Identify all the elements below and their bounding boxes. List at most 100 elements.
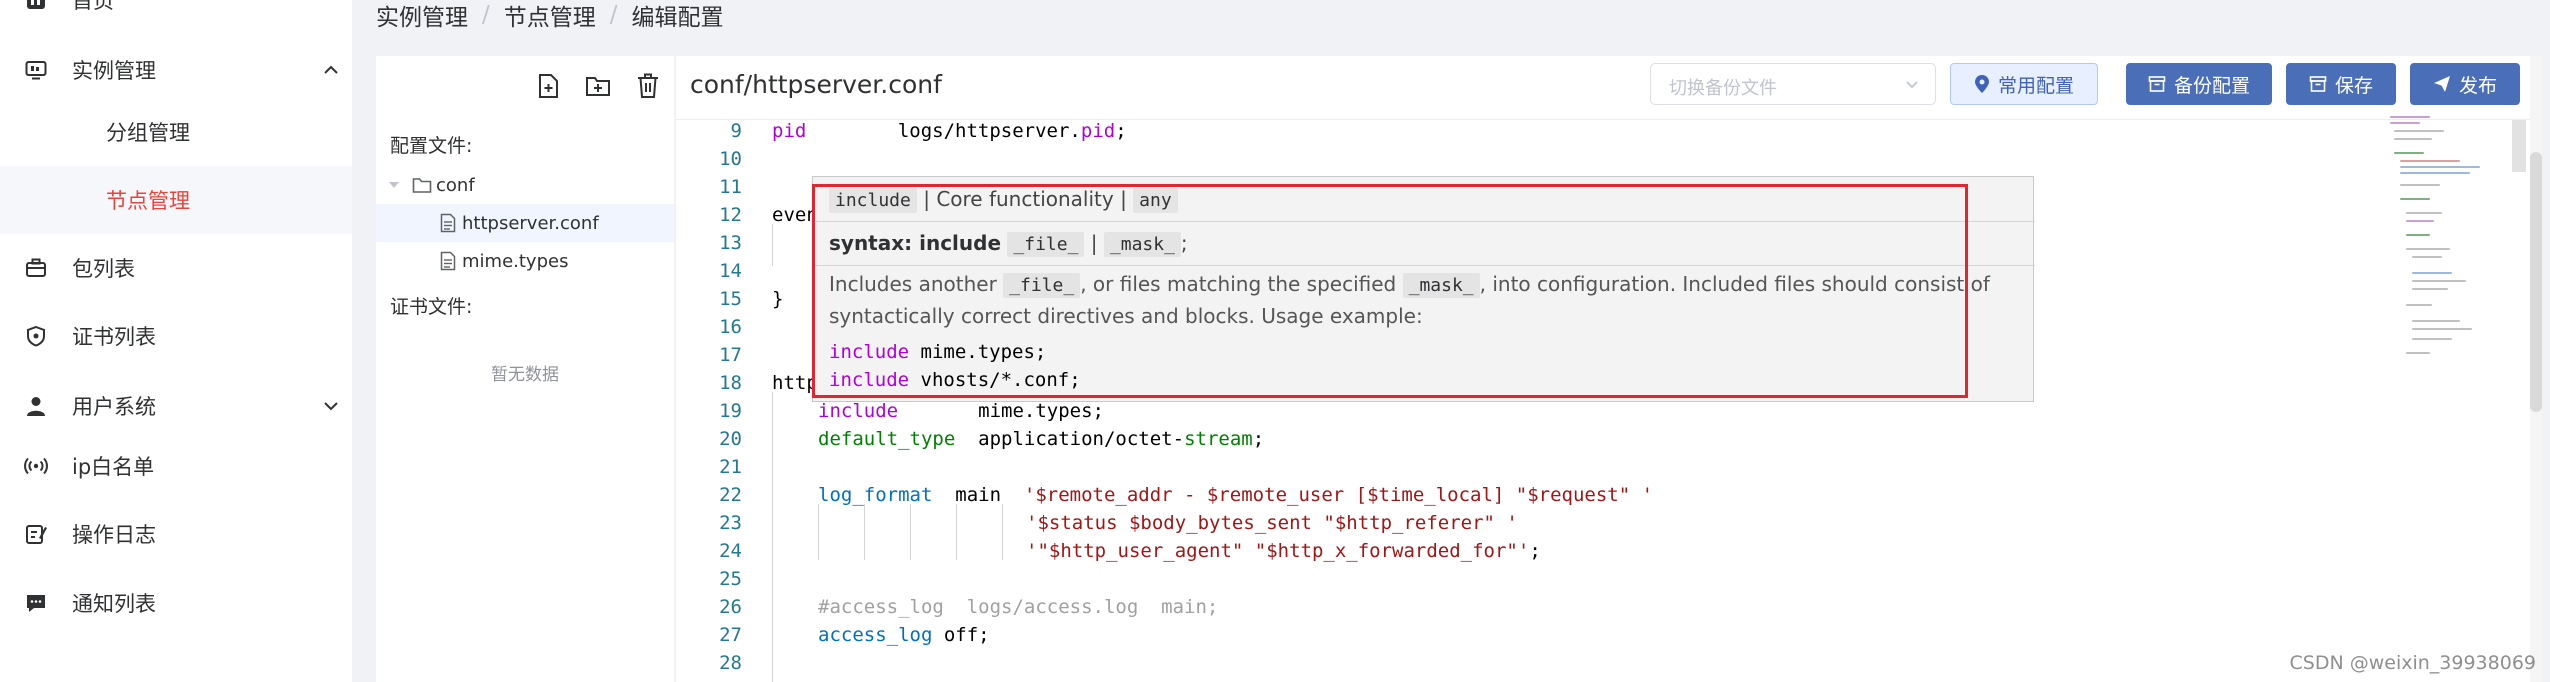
minimap-line <box>2412 272 2452 274</box>
tree-label: mime.types <box>462 250 569 272</box>
code-token: '$status $body_bytes_sent "$http_referer… <box>1026 512 1518 534</box>
nav-item-group-mgmt[interactable]: 分组管理 <box>0 98 352 166</box>
button-label: 常用配置 <box>1997 74 2074 97</box>
tree-file-httpserver[interactable]: httpserver.conf <box>376 204 674 242</box>
code-token: application/octet- <box>955 428 1185 450</box>
nav-label: ip白名单 <box>72 455 155 479</box>
code-token: main <box>932 484 1024 506</box>
code-token: logs/httpserver. <box>806 120 1081 142</box>
minimap-line <box>2390 116 2430 118</box>
line-number: 10 <box>719 148 742 170</box>
file-text-icon <box>440 251 456 271</box>
line-number: 27 <box>719 624 742 646</box>
editor-scrollbar[interactable] <box>2512 120 2526 172</box>
chevron-down-icon <box>1906 81 1918 89</box>
editor-file-title: conf/httpserver.conf <box>690 70 942 99</box>
tooltip-description: Includes another _file_, or files matchi… <box>829 269 2019 332</box>
code-token: include <box>829 341 910 363</box>
tree-file-mime[interactable]: mime.types <box>376 242 674 280</box>
nav-item-instance-mgmt[interactable]: 实例管理 <box>0 36 352 104</box>
nav-item-cert-list[interactable]: 证书列表 <box>0 302 352 370</box>
backup-file-select[interactable]: 切换备份文件 <box>1650 63 1936 105</box>
file-panel: 配置文件: conf httpserver.conf mime.types 证书… <box>376 56 674 682</box>
scroll-thumb[interactable] <box>2530 152 2542 412</box>
desc-arg-mask: _mask_ <box>1402 273 1480 298</box>
nav-item-op-log[interactable]: 操作日志 <box>0 500 352 568</box>
page-scrollbar[interactable] <box>2530 56 2542 682</box>
tooltip-example-2: include vhosts/*.conf; <box>829 369 1081 391</box>
code-minimap[interactable] <box>2390 112 2510 372</box>
file-text-icon <box>440 213 456 233</box>
minimap-line <box>2394 138 2432 140</box>
minimap-line <box>2406 220 2434 222</box>
directive-name-chip: include <box>829 188 917 213</box>
code-token: default_type <box>818 428 956 450</box>
tree-label: conf <box>436 174 475 196</box>
code-token: ; <box>1252 428 1265 450</box>
minimap-line <box>2400 172 2470 174</box>
line-number: 22 <box>719 484 742 506</box>
minimap-line <box>2406 248 2450 250</box>
syntax-label: syntax: include <box>829 231 1002 255</box>
location-pin-icon <box>1974 75 1989 93</box>
breadcrumb-item-instance[interactable]: 实例管理 <box>376 0 468 32</box>
nav-label: 首页 <box>72 0 114 13</box>
line-number: 11 <box>719 176 742 198</box>
cert-files-heading: 证书文件: <box>390 296 473 318</box>
breadcrumb-item-current: 编辑配置 <box>631 5 724 31</box>
new-file-icon[interactable] <box>534 72 562 100</box>
tooltip-example-1: include mime.types; <box>829 341 1046 363</box>
syntax-semicolon: ; <box>1180 231 1188 255</box>
code-token: log_format <box>818 484 933 506</box>
line-number: 23 <box>719 512 742 534</box>
code-token: off; <box>932 624 990 646</box>
minimap-line <box>2412 256 2442 258</box>
nav-item-user-system[interactable]: 用户系统 <box>0 372 352 440</box>
button-label: 保存 <box>2334 74 2373 97</box>
minimap-line <box>2406 352 2430 354</box>
code-line: } <box>772 288 783 310</box>
common-config-button[interactable]: 常用配置 <box>1950 63 2098 105</box>
backup-config-button[interactable]: 备份配置 <box>2126 63 2272 105</box>
tooltip-header: include | Core functionality | any <box>829 187 1178 213</box>
indent-guide <box>956 504 957 560</box>
nav-item-notify-list[interactable]: 通知列表 <box>0 569 352 637</box>
tree-folder-conf[interactable]: conf <box>376 166 674 204</box>
nav-item-node-mgmt[interactable]: 节点管理 <box>0 166 352 234</box>
line-number: 15 <box>719 288 742 310</box>
minimap-line <box>2390 122 2420 124</box>
chevron-down-icon <box>324 402 338 411</box>
new-folder-icon[interactable] <box>584 72 612 100</box>
code-line: '"$http_user_agent" "$http_x_forwarded_f… <box>1026 540 1541 562</box>
minimap-line <box>2394 130 2444 132</box>
code-line: http <box>772 372 818 394</box>
desc-text: , or files matching the specified <box>1080 272 1397 296</box>
button-label: 发布 <box>2458 74 2497 97</box>
indent-guide <box>772 224 773 266</box>
tooltip-syntax: syntax: include _file_ | _mask_; <box>829 231 1188 257</box>
empty-state: 暂无数据 <box>491 365 559 385</box>
indent-guide <box>818 504 819 560</box>
editor-header: conf/httpserver.conf 切换备份文件 常用配置 备份配置 保存… <box>676 56 2538 120</box>
save-button[interactable]: 保存 <box>2286 63 2396 105</box>
nav-label: 包列表 <box>72 257 135 281</box>
line-number: 26 <box>719 596 742 618</box>
code-token: ; <box>1529 540 1541 562</box>
watermark: CSDN @weixin_39938069 <box>2289 652 2537 674</box>
chevron-up-icon <box>324 65 338 74</box>
message-icon <box>24 591 48 615</box>
breadcrumb: 实例管理 / 节点管理 / 编辑配置 <box>376 0 724 32</box>
nav-item-package-list[interactable]: 包列表 <box>0 234 352 302</box>
code-token: #access_log logs/access.log main; <box>818 596 1219 618</box>
nav-item-ip-whitelist[interactable]: ip白名单 <box>0 432 352 500</box>
breadcrumb-item-node[interactable]: 节点管理 <box>504 0 596 32</box>
dashboard-icon <box>24 0 48 12</box>
trash-icon[interactable] <box>634 72 662 100</box>
line-number: 28 <box>719 652 742 674</box>
minimap-line <box>2406 212 2442 214</box>
minimap-line <box>2400 166 2480 168</box>
minimap-line <box>2412 328 2472 330</box>
nav-item-home[interactable]: 首页 <box>0 0 352 34</box>
publish-button[interactable]: 发布 <box>2410 63 2520 105</box>
code-token: http <box>772 372 818 394</box>
